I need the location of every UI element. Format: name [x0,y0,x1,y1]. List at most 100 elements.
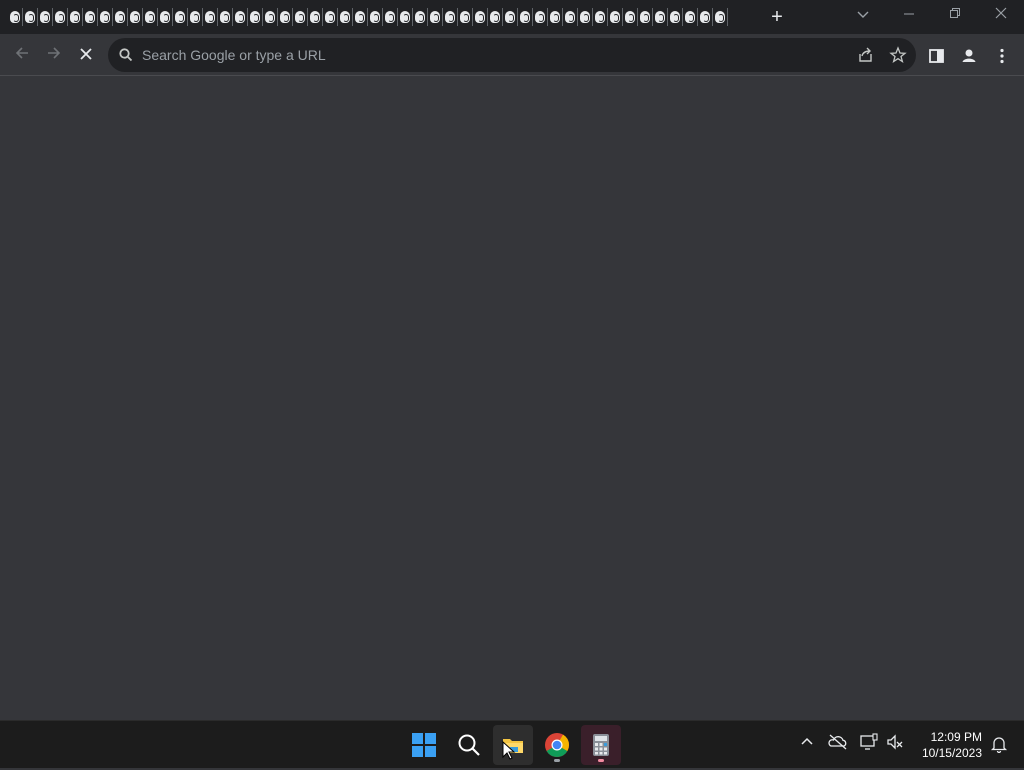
calculator-taskbar-button[interactable] [581,725,621,765]
browser-tab[interactable] [608,8,623,26]
browser-tab[interactable] [578,8,593,26]
browser-tab[interactable] [653,8,668,26]
site-favicon-icon [250,11,260,23]
volume-button[interactable] [884,731,906,753]
onedrive-button[interactable] [827,731,849,753]
share-button[interactable] [857,46,877,64]
browser-tab[interactable] [518,8,533,26]
tab-search-button[interactable] [849,4,877,26]
browser-tab[interactable] [593,8,608,26]
bookmark-button[interactable] [889,46,909,64]
forward-button[interactable] [42,43,66,67]
browser-tab[interactable] [263,8,278,26]
restore-button[interactable] [941,4,969,26]
clock-date: 10/15/2023 [921,746,982,760]
browser-tab[interactable] [368,8,383,26]
browser-tab[interactable] [338,8,353,26]
browser-tab[interactable] [233,8,248,26]
site-favicon-icon [235,11,245,23]
browser-tab[interactable] [8,8,23,26]
site-favicon-icon [535,11,545,23]
browser-tab[interactable] [308,8,323,26]
browser-tab[interactable] [623,8,638,26]
browser-tab[interactable] [353,8,368,26]
stop-loading-button[interactable] [74,43,98,67]
site-favicon-icon [310,11,320,23]
browser-tab[interactable] [473,8,488,26]
browser-tab[interactable] [278,8,293,26]
site-favicon-icon [385,11,395,23]
browser-tab[interactable] [203,8,218,26]
site-favicon-icon [580,11,590,23]
browser-tab[interactable] [83,8,98,26]
browser-tab[interactable] [113,8,128,26]
network-button[interactable] [858,731,880,753]
new-tab-button[interactable]: + [766,6,788,28]
browser-tab[interactable] [98,8,113,26]
share-icon [859,47,872,62]
site-favicon-icon [655,11,665,23]
browser-tab[interactable] [488,8,503,26]
site-favicon-icon [325,11,335,23]
site-favicon-icon [565,11,575,23]
profile-button[interactable] [959,46,979,66]
site-favicon-icon [175,11,185,23]
site-favicon-icon [160,11,170,23]
browser-tab[interactable] [713,8,728,26]
site-favicon-icon [265,11,275,23]
tab-strip: + [0,0,1024,34]
browser-tab[interactable] [668,8,683,26]
browser-tab[interactable] [23,8,38,26]
minimize-button[interactable] [895,4,923,26]
clock[interactable]: 12:09 PM 10/15/2023 [922,729,982,761]
browser-tab[interactable] [323,8,338,26]
browser-tab[interactable] [548,8,563,26]
address-bar[interactable]: Search Google or type a URL [108,38,916,72]
notifications-button[interactable] [990,735,1008,754]
chrome-taskbar-button[interactable] [537,725,577,765]
taskbar-search-button[interactable] [449,725,489,765]
browser-toolbar: Search Google or type a URL [0,34,1024,76]
browser-tab[interactable] [248,8,263,26]
site-favicon-icon [130,11,140,23]
browser-tab[interactable] [563,8,578,26]
browser-tab[interactable] [458,8,473,26]
browser-tab[interactable] [383,8,398,26]
site-favicon-icon [220,11,230,23]
browser-tab[interactable] [428,8,443,26]
site-favicon-icon [445,11,455,23]
browser-tab[interactable] [128,8,143,26]
restore-icon [950,8,960,18]
browser-tab[interactable] [218,8,233,26]
start-button[interactable] [404,725,444,765]
menu-icon [1000,48,1004,64]
browser-tab[interactable] [413,8,428,26]
browser-tab[interactable] [683,8,698,26]
browser-tab[interactable] [143,8,158,26]
running-indicator [554,759,560,762]
browser-tab[interactable] [443,8,458,26]
tab-list [8,8,730,26]
browser-tab[interactable] [173,8,188,26]
browser-tab[interactable] [68,8,83,26]
browser-tab[interactable] [158,8,173,26]
site-favicon-icon [625,11,635,23]
side-panel-button[interactable] [927,46,947,66]
browser-tab[interactable] [533,8,548,26]
browser-tab[interactable] [503,8,518,26]
browser-tab[interactable] [53,8,68,26]
site-favicon-icon [685,11,695,23]
browser-tab[interactable] [638,8,653,26]
browser-tab[interactable] [188,8,203,26]
file-explorer-button[interactable] [493,725,533,765]
menu-button[interactable] [992,46,1012,66]
browser-tab[interactable] [398,8,413,26]
back-button[interactable] [10,43,34,67]
browser-tab[interactable] [698,8,713,26]
show-hidden-icons-button[interactable] [796,731,818,753]
close-button[interactable] [987,4,1015,26]
browser-tab[interactable] [38,8,53,26]
browser-tab[interactable] [293,8,308,26]
stop-icon [80,48,92,60]
site-favicon-icon [55,11,65,23]
